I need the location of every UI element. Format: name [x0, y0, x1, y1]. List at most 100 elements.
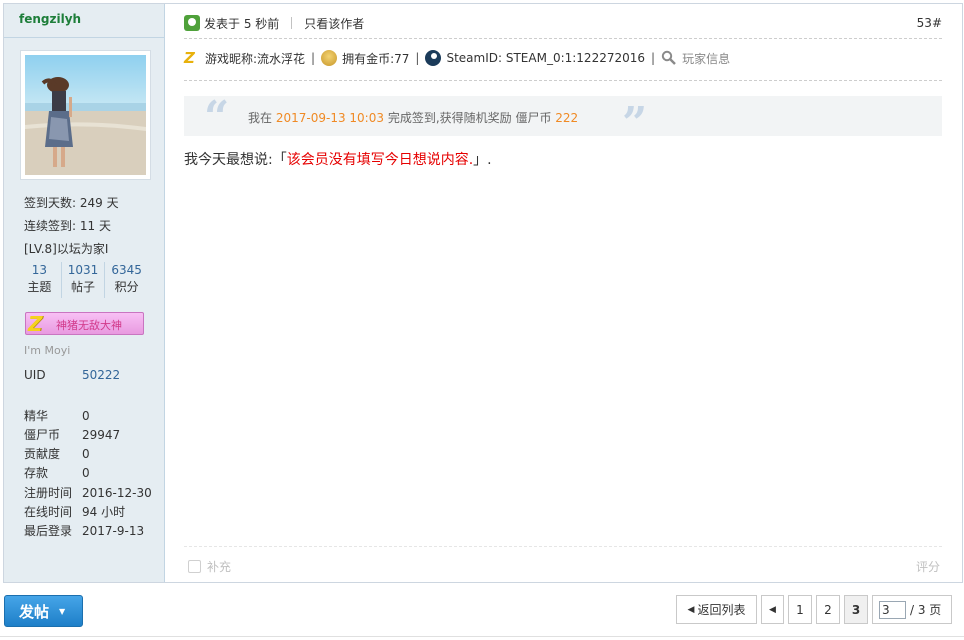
field-label: 精华 [24, 409, 49, 423]
floor-number[interactable]: 53# [917, 16, 942, 30]
field-label: 最后登录 [24, 524, 73, 538]
field-value: 2016-12-30 [82, 486, 152, 500]
page-3-button-current[interactable]: 3 [844, 595, 868, 624]
post-body: 发表于 5 秒前 只看该作者 53# Z 游戏昵称:流水浮花 | 拥有金币:77… [166, 4, 962, 582]
posted-time: 发表于 5 秒前 [204, 16, 280, 31]
field-value: 0 [82, 466, 90, 480]
gold-coin-icon [321, 50, 338, 66]
author-name[interactable]: fengzilyh [19, 12, 81, 26]
field-value: 0 [82, 447, 90, 461]
profile-field: 存款 0 [24, 464, 90, 481]
quote-middle: 完成签到,获得随机奖励 僵尸币 [387, 111, 552, 125]
page-1-button[interactable]: 1 [788, 595, 812, 624]
field-value: 0 [82, 409, 90, 423]
open-quote-icon: “ [204, 92, 230, 143]
avatar[interactable] [20, 50, 151, 180]
profile-field: 精华 0 [24, 407, 90, 424]
close-quote-icon: ” [622, 98, 648, 149]
steam-icon [425, 50, 442, 66]
separator: | [651, 51, 656, 65]
field-label: 僵尸币 [24, 428, 61, 442]
field-label: 在线时间 [24, 505, 73, 519]
separator: | [311, 51, 316, 65]
count-threads[interactable]: 13 主题 [18, 262, 61, 298]
uid-label: UID [24, 368, 46, 382]
rate-button[interactable]: 评分 [916, 558, 940, 575]
count-label: 帖子 [71, 280, 96, 294]
user-counts: 13 主题 1031 帖子 6345 积分 [18, 262, 148, 298]
count-label: 积分 [114, 280, 139, 294]
reward-amount: 222 [555, 111, 579, 125]
supplement-button[interactable]: 补充 [188, 558, 231, 575]
medal-z-icon: Z [28, 312, 43, 335]
forum-page: fengzilyh 签到天数: 249 天 连续签到: 11 天 [LV.8]以… [0, 0, 964, 640]
checkin-streak: 连续签到: 11 天 [24, 219, 111, 233]
content-highlight: 该会员没有填写今日想说内容. [286, 152, 474, 168]
game-info-bar: Z 游戏昵称:流水浮花 | 拥有金币:77 | SteamID: STEAM_0… [184, 48, 730, 68]
z-logo-icon: Z [184, 49, 195, 67]
field-value: 2017-9-13 [82, 524, 145, 538]
field-value: 29947 [82, 428, 121, 442]
triangle-left-icon: ◀ [769, 604, 776, 615]
only-author-link[interactable]: 只看该作者 [304, 15, 364, 32]
steam-id: SteamID: STEAM_0:1:122272016 [446, 51, 646, 65]
count-value: 13 [31, 263, 47, 277]
chevron-down-icon: ▼ [59, 606, 66, 616]
new-post-button[interactable]: 发帖 ▼ [4, 595, 83, 627]
field-value: 94 小时 [82, 505, 126, 519]
divider [184, 38, 942, 39]
divider [291, 17, 293, 29]
profile-field: 注册时间 2016-12-30 [24, 484, 152, 501]
count-label: 主题 [27, 280, 52, 294]
page-jump-input[interactable] [879, 600, 906, 619]
prev-page-button[interactable]: ◀ [761, 595, 784, 624]
checkin-quote: “ 我在 2017-09-13 10:03 完成签到,获得随机奖励 僵尸币 22… [184, 94, 942, 148]
divider [0, 636, 964, 637]
page-jump: / 3 页 [872, 595, 952, 624]
count-points[interactable]: 6345 积分 [104, 262, 148, 298]
game-nickname: 游戏昵称:流水浮花 [205, 51, 306, 66]
divider [184, 546, 942, 547]
pagination: ◀ 返回列表 ◀ 1 2 3 / 3 页 [676, 595, 952, 624]
count-posts[interactable]: 1031 帖子 [60, 262, 105, 298]
user-level[interactable]: [LV.8]以坛为家I [24, 240, 108, 257]
content-prefix: 我今天最想说:「 [184, 152, 287, 168]
divider [4, 37, 165, 38]
profile-field: 僵尸币 29947 [24, 426, 120, 443]
player-info-link[interactable]: 玩家信息 [682, 50, 730, 67]
medal-label: 神猪无敌大神 [56, 319, 122, 332]
avatar-image [25, 55, 146, 175]
supplement-label: 补充 [207, 560, 232, 574]
author-profile-panel: fengzilyh 签到天数: 249 天 连续签到: 11 天 [LV.8]以… [4, 4, 165, 582]
divider [184, 80, 942, 81]
medal-badge[interactable]: Z 神猪无敌大神 [25, 312, 144, 335]
profile-field: 在线时间 94 小时 [24, 503, 125, 520]
profile-field: 贡献度 0 [24, 445, 90, 462]
post-header: 发表于 5 秒前 只看该作者 53# [184, 12, 942, 34]
page-2-button[interactable]: 2 [816, 595, 840, 624]
separator: | [415, 51, 420, 65]
field-label: 贡献度 [24, 447, 61, 461]
content-suffix: 」. [473, 152, 492, 168]
triangle-left-icon: ◀ [687, 604, 695, 615]
back-to-list-button[interactable]: ◀ 返回列表 [676, 595, 757, 624]
checkin-days: 签到天数: 249 天 [24, 196, 119, 210]
post-content: 我今天最想说:「该会员没有填写今日想说内容.」. [184, 149, 492, 169]
online-user-icon [184, 15, 200, 31]
checkin-date: 2017-09-13 10:03 [275, 111, 384, 125]
quote-text: 我在 2017-09-13 10:03 完成签到,获得随机奖励 僵尸币 222 [248, 109, 578, 126]
count-value: 1031 [67, 263, 99, 277]
field-label: 注册时间 [24, 486, 73, 500]
forum-post: fengzilyh 签到天数: 249 天 连续签到: 11 天 [LV.8]以… [3, 3, 963, 583]
edit-note-icon [188, 560, 201, 573]
back-to-list-label: 返回列表 [697, 603, 746, 617]
uid-row: UID 50222 [24, 368, 120, 382]
user-signature: I'm Moyi [24, 344, 71, 357]
total-pages: / 3 页 [910, 603, 942, 617]
new-post-label: 发帖 [19, 602, 50, 621]
gold-coins: 拥有金币:77 [342, 51, 410, 66]
profile-field: 最后登录 2017-9-13 [24, 522, 144, 539]
magnifier-icon [661, 50, 677, 66]
uid-value[interactable]: 50222 [82, 368, 120, 382]
field-label: 存款 [24, 466, 49, 480]
